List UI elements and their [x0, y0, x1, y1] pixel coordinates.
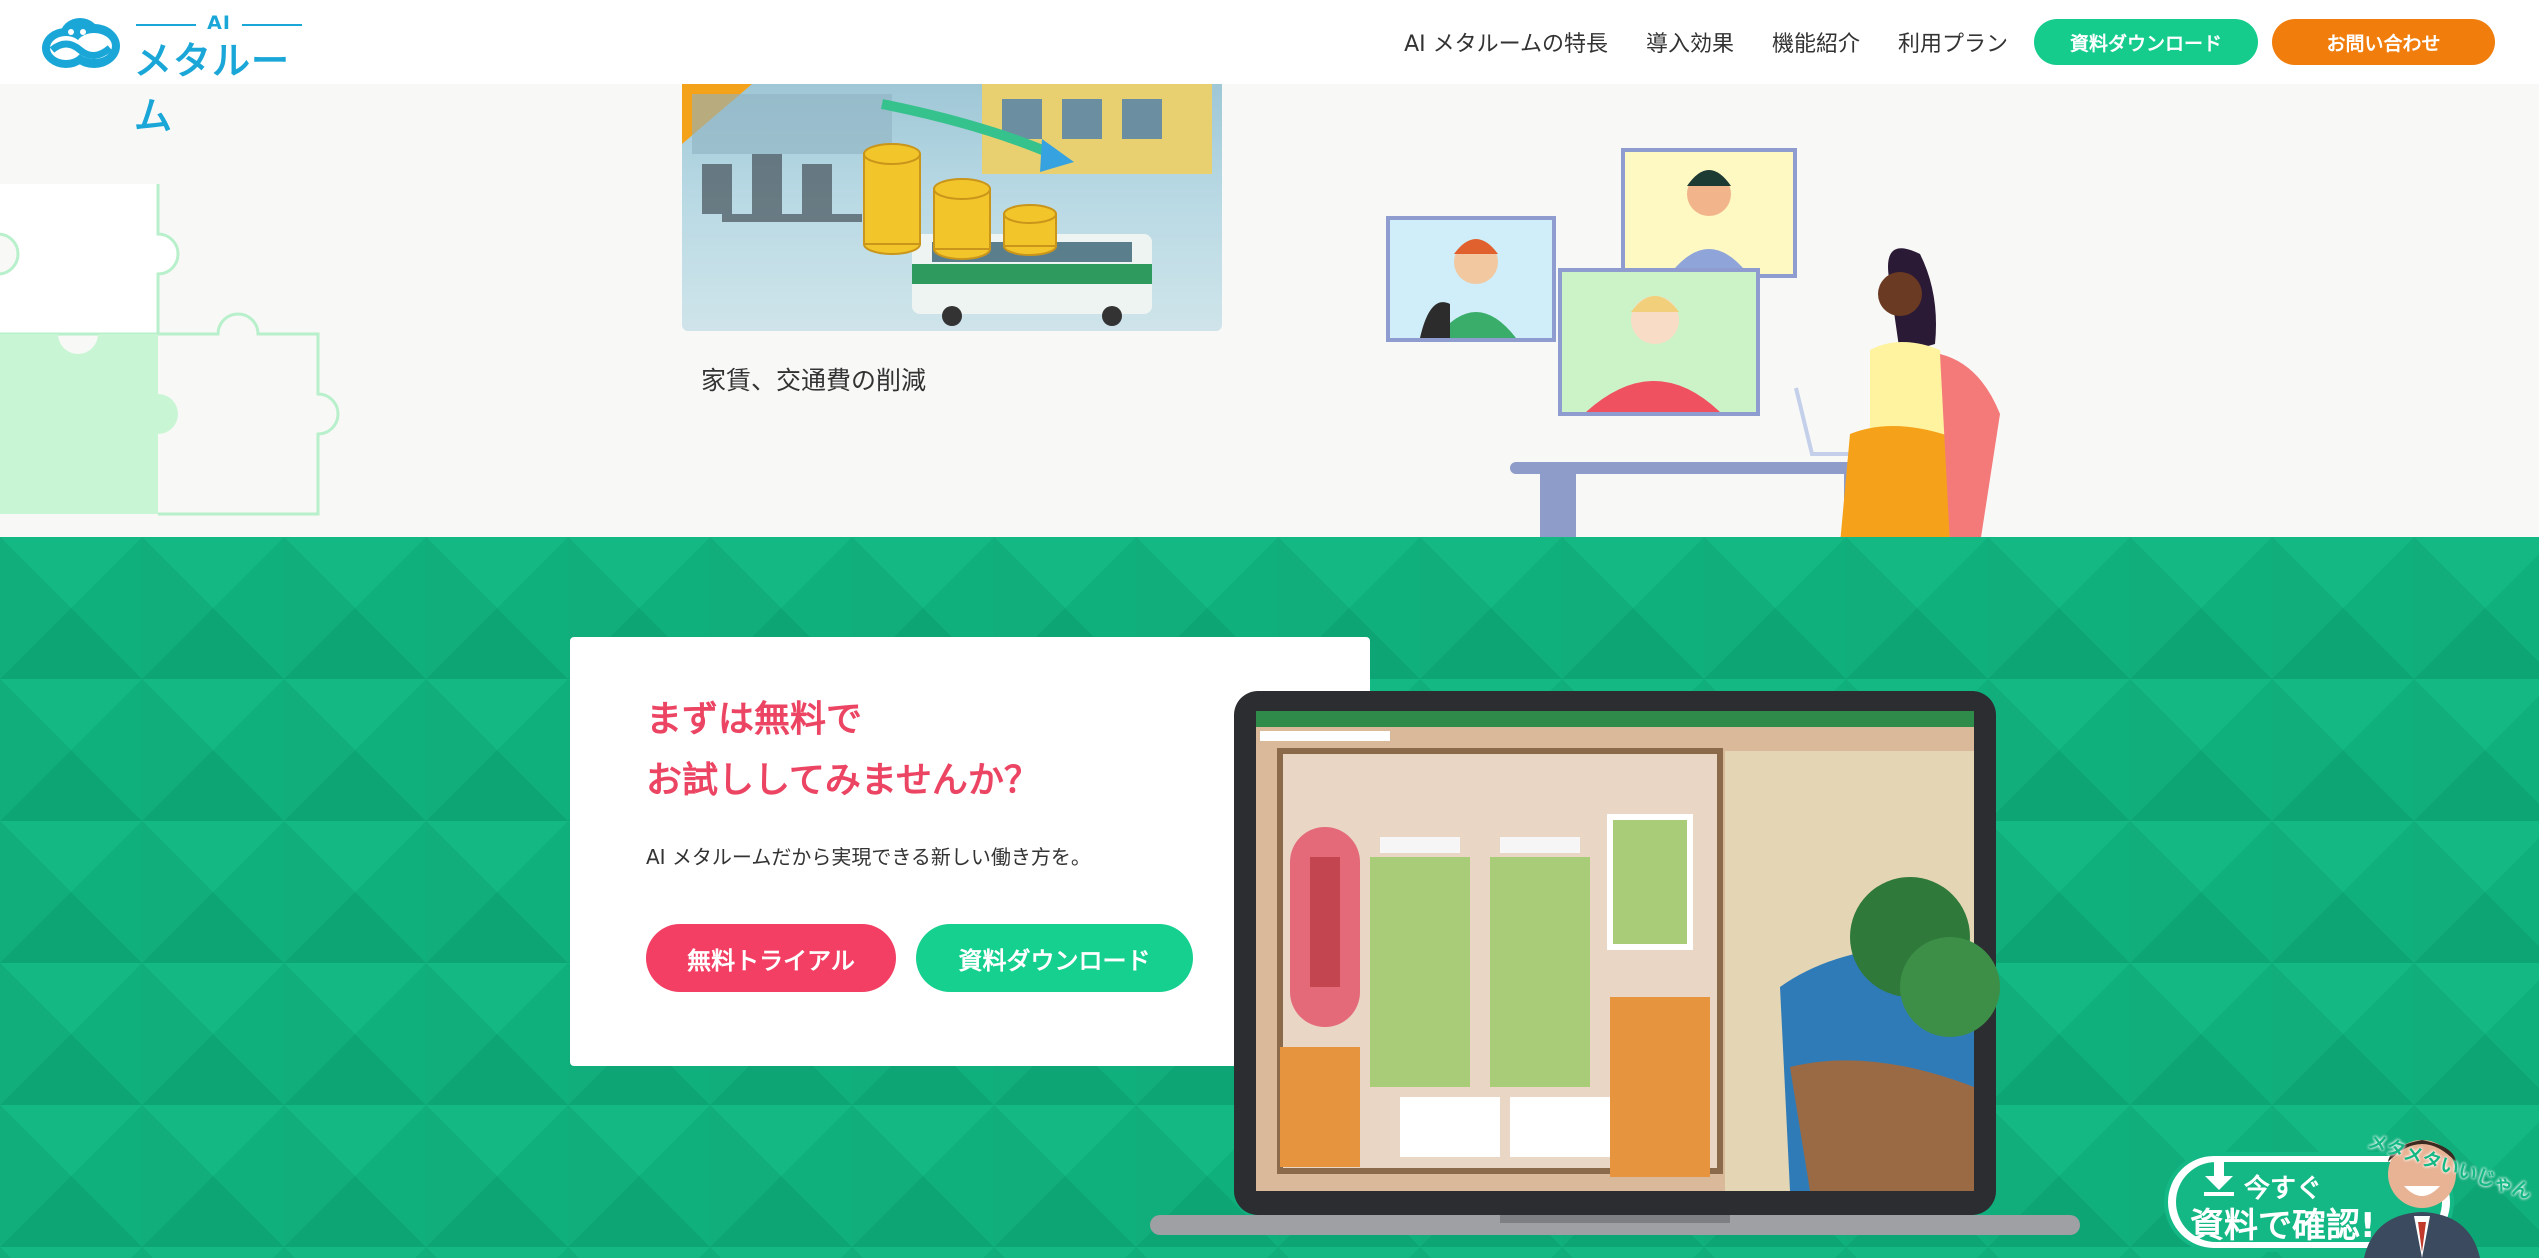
nav-item-functions[interactable]: 機能紹介 [1772, 26, 1860, 58]
header-contact-button[interactable]: お問い合わせ [2272, 19, 2495, 65]
cloud-logo-icon [42, 18, 120, 68]
office-transport-illustration [682, 84, 1212, 326]
site-header: AI メタルーム AI メタルームの特長 導入効果 機能紹介 利用プラン 資料ダ… [0, 0, 2539, 138]
cost-reduction-section: 家賃、交通費の削減 [0, 84, 2539, 537]
nav-item-benefits[interactable]: 導入効果 [1646, 26, 1734, 58]
main-nav: AI メタルームの特長 導入効果 機能紹介 利用プラン 資料ダウンロード お問い… [1404, 0, 2539, 84]
logo-brand-name: メタルーム [134, 39, 291, 138]
nav-item-plans[interactable]: 利用プラン [1898, 26, 2008, 58]
cost-reduction-caption: 家賃、交通費の削減 [701, 366, 927, 395]
remote-meeting-illustration [1386, 148, 2000, 537]
trial-card-subtitle: AI メタルームだから実現できる新しい働き方を。 [646, 845, 1091, 869]
download-arrow-icon [2204, 1160, 2234, 1196]
site-logo[interactable]: AI メタルーム [36, 12, 316, 138]
laptop-metaverse-illustration [1150, 691, 2080, 1235]
cost-reduction-photo [682, 84, 1222, 331]
trial-cta-section: まずは無料で お試ししてみませんか？ AI メタルームだから実現できる新しい働き… [0, 537, 2539, 1258]
header-download-button[interactable]: 資料ダウンロード [2034, 19, 2258, 65]
floating-download-banner[interactable]: 今すぐ 資料で確認! メタメタいいじゃん [2164, 1122, 2539, 1258]
puzzle-decoration [0, 184, 340, 516]
nav-item-features[interactable]: AI メタルームの特長 [1404, 26, 1608, 58]
free-trial-button[interactable]: 無料トライアル [646, 924, 896, 992]
